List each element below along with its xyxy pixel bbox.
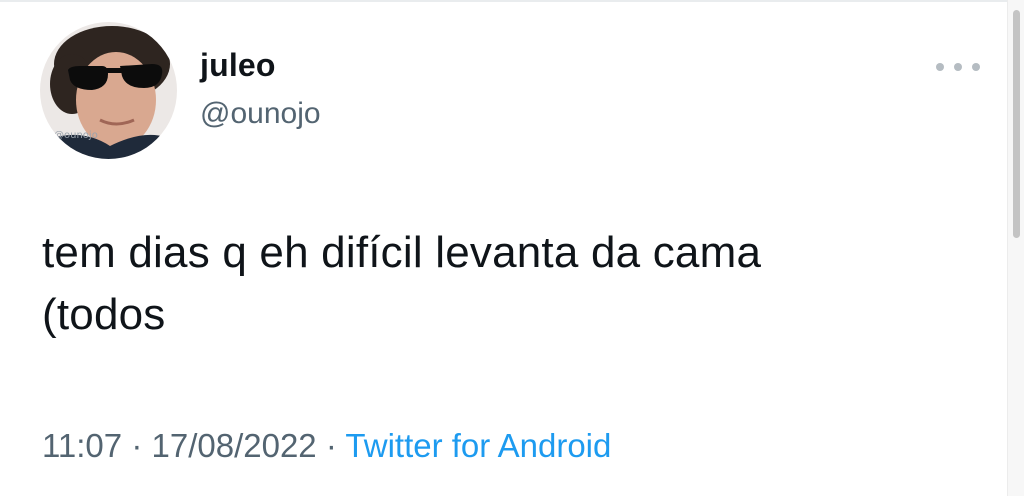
- tweet-meta: 11:07 · 17/08/2022 · Twitter for Android: [42, 427, 611, 465]
- avatar-image: @ounojo: [40, 22, 177, 159]
- user-handle[interactable]: @ounojo: [200, 97, 321, 131]
- more-horizontal-icon[interactable]: [936, 55, 980, 79]
- more-dot: [954, 63, 962, 71]
- scrollbar-track[interactable]: [1007, 0, 1024, 496]
- meta-separator: ·: [131, 427, 143, 464]
- tweet: @ounojo juleo @ounojo tem dias q eh difí…: [0, 0, 1000, 496]
- more-dot: [936, 63, 944, 71]
- tweet-source-link[interactable]: Twitter for Android: [345, 427, 611, 464]
- tweet-time[interactable]: 11:07: [42, 427, 122, 464]
- display-name[interactable]: juleo: [200, 47, 276, 84]
- tweet-date[interactable]: 17/08/2022: [151, 427, 316, 464]
- meta-separator: ·: [325, 427, 337, 464]
- avatar[interactable]: @ounojo: [40, 22, 177, 159]
- more-dot: [972, 63, 980, 71]
- tweet-text: tem dias q eh difícil levanta da cama (t…: [42, 228, 762, 339]
- avatar-watermark: @ounojo: [54, 130, 98, 141]
- scrollbar-thumb[interactable]: [1013, 10, 1020, 238]
